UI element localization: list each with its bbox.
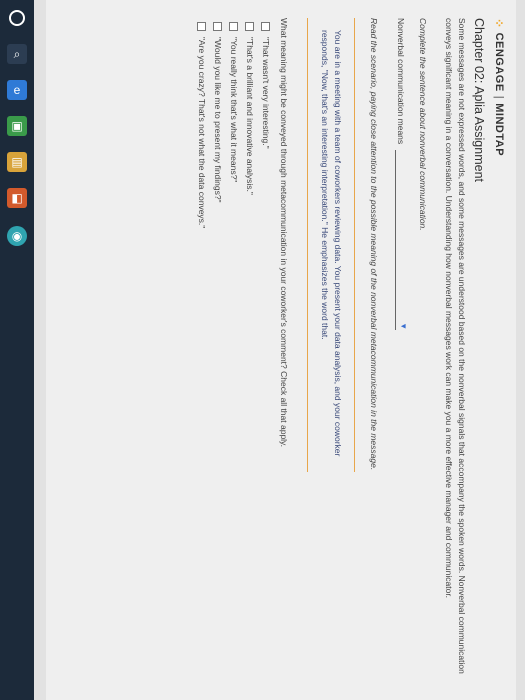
brand-name-left: CENGAGE xyxy=(493,32,505,92)
edge-icon[interactable]: e xyxy=(7,80,27,100)
option-2[interactable]: "That's a brilliant and innovative analy… xyxy=(245,22,255,682)
brand-separator: | xyxy=(493,95,505,100)
sentence-row: Nonverbal communication means ▼ xyxy=(395,18,408,682)
chapter-title: Chapter 02: Aplia Assignment xyxy=(472,18,486,182)
taskbar: ⌕ e ▣ ▤ ◧ ◉ xyxy=(0,0,34,700)
option-label: "Would you like me to present my finding… xyxy=(213,37,223,203)
chrome-icon[interactable]: ◉ xyxy=(7,226,27,246)
checkbox[interactable] xyxy=(197,22,207,31)
option-4[interactable]: "Would you like me to present my finding… xyxy=(213,22,223,682)
option-label: "You really think that's what it means?" xyxy=(229,37,239,183)
store-icon[interactable]: ▣ xyxy=(7,116,27,136)
option-3[interactable]: "You really think that's what it means?" xyxy=(229,22,239,682)
option-5[interactable]: "Are you crazy? That's not what the data… xyxy=(197,22,207,682)
office-icon[interactable]: ◧ xyxy=(7,188,27,208)
nonverbal-dropdown[interactable]: ▼ xyxy=(395,150,408,331)
complete-instruction: Complete the sentence about nonverbal co… xyxy=(418,18,428,231)
scenario-instruction: Read the scenario, paying close attentio… xyxy=(369,18,379,471)
cengage-mark-icon: ⁘ xyxy=(492,18,506,29)
checkbox[interactable] xyxy=(245,22,255,31)
chevron-down-icon[interactable]: ▼ xyxy=(399,322,408,330)
option-label: "Are you crazy? That's not what the data… xyxy=(197,37,207,229)
intro-paragraph: Some messages are not expressed words, a… xyxy=(444,18,467,674)
brand-name-right: MINDTAP xyxy=(493,103,505,157)
assignment-page: ⁘ CENGAGE | MINDTAP Chapter 02: Aplia As… xyxy=(46,0,516,700)
option-1[interactable]: "That wasn't very interesting." xyxy=(261,22,271,682)
question-text: What meaning might be conveyed through m… xyxy=(279,18,289,448)
sentence-prompt: Nonverbal communication means xyxy=(396,18,407,145)
checkbox[interactable] xyxy=(229,22,239,31)
cengage-logo: ⁘ CENGAGE | MINDTAP xyxy=(492,18,506,682)
option-label: "That's a brilliant and innovative analy… xyxy=(245,37,255,195)
browser-content: ⁘ CENGAGE | MINDTAP Chapter 02: Aplia As… xyxy=(46,0,516,700)
checkbox[interactable] xyxy=(213,22,223,31)
search-icon[interactable]: ⌕ xyxy=(7,44,27,64)
checkbox[interactable] xyxy=(261,22,271,31)
options-list: "That wasn't very interesting." "That's … xyxy=(197,18,271,682)
option-label: "That wasn't very interesting." xyxy=(261,37,271,149)
folder-icon[interactable]: ▤ xyxy=(7,152,27,172)
start-icon[interactable] xyxy=(9,10,25,26)
scenario-box: You are in a meeting with a team of cowo… xyxy=(307,18,355,472)
